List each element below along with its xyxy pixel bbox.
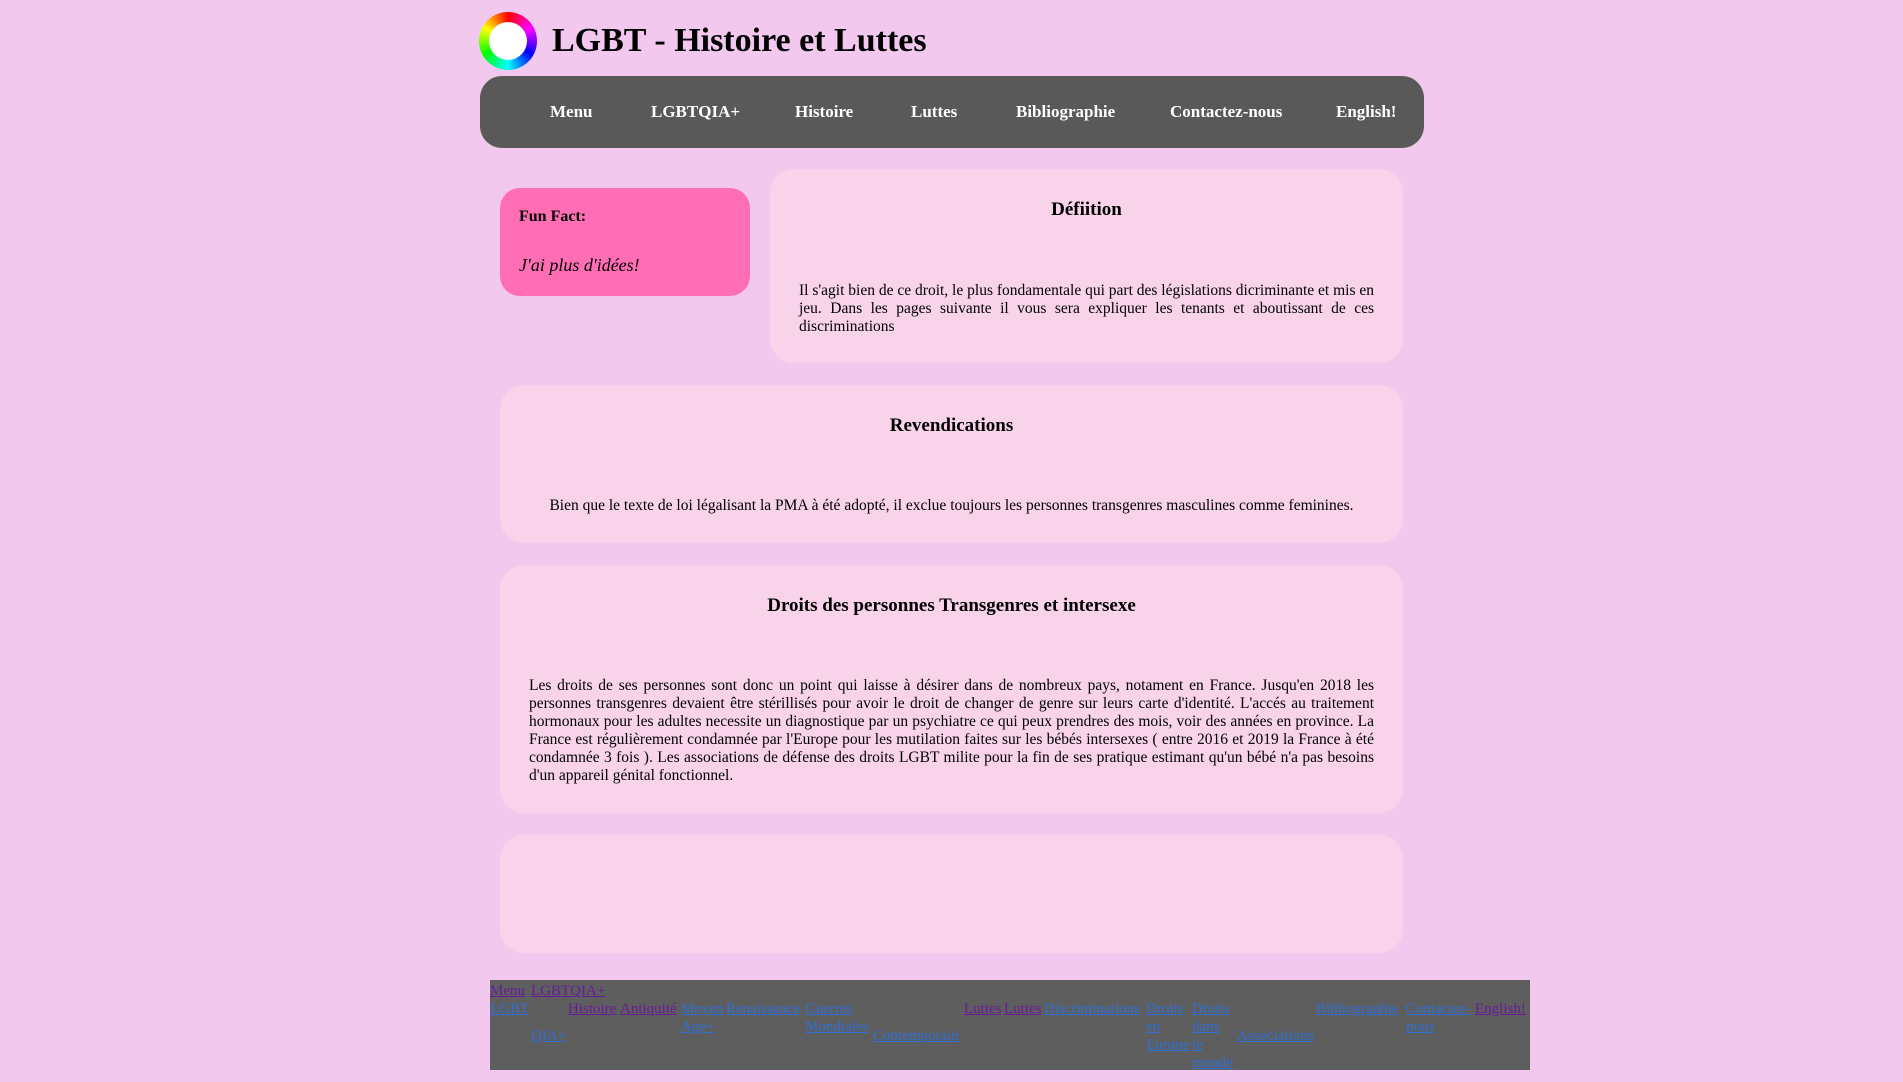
footer-droits-monde-1: Droits <box>1192 1001 1230 1017</box>
footer-droits-eu-2: en <box>1146 1019 1161 1035</box>
footer-link-guerres-mondiales[interactable]: Guerres Mondiales <box>805 1000 868 1036</box>
site-header: LGBT - Histoire et Luttes <box>479 12 927 70</box>
nav-bibliographie[interactable]: Bibliographie <box>1016 102 1115 122</box>
footer-link-renaissance[interactable]: Renaissance <box>726 1000 800 1018</box>
nav-luttes[interactable]: Luttes <box>911 102 957 122</box>
droits-card: Droits des personnes Transgenres et inte… <box>500 565 1403 813</box>
footer-link-contactez-nous[interactable]: Contactez- nous <box>1406 1000 1471 1036</box>
fun-fact-box: Fun Fact: J'ai plus d'idées! <box>500 188 750 296</box>
footer-link-droits-dans-le-monde[interactable]: Droits dans le monde <box>1192 1000 1233 1072</box>
footer-link-bibliographie[interactable]: Bibliographie <box>1316 1000 1399 1018</box>
droits-text: Les droits de ses personnes sont donc un… <box>529 677 1374 784</box>
footer-mondiales: Mondiales <box>805 1019 869 1035</box>
empty-card <box>500 835 1403 953</box>
revendications-text: Bien que le texte de loi légalisant la P… <box>549 497 1354 514</box>
footer-link-lgbtqia[interactable]: LGBTQIA+ <box>531 982 605 1000</box>
nav-lgbtqia[interactable]: LGBTQIA+ <box>651 102 740 122</box>
footer-link-moyen-age[interactable]: Moyen Age+ <box>681 1000 724 1036</box>
fun-fact-text: J'ai plus d'idées! <box>519 255 640 275</box>
footer-link-qia[interactable]: QIA+ <box>531 1027 566 1045</box>
footer-contactez-1: Contactez- <box>1406 1001 1471 1017</box>
nav-contact[interactable]: Contactez-nous <box>1170 102 1282 122</box>
footer-link-contemporain[interactable]: Contemporain <box>873 1027 959 1045</box>
definition-card: Défiition Il s'agit bien de ce droit, le… <box>770 169 1403 363</box>
footer-link-discriminations[interactable]: Discriminations <box>1044 1000 1140 1018</box>
nav-english[interactable]: English! <box>1336 102 1396 122</box>
footer-contactez-2: nous <box>1406 1019 1435 1035</box>
nav-menu[interactable]: Menu <box>550 102 593 122</box>
revendications-title: Revendications <box>889 415 1014 436</box>
site-title: LGBT - Histoire et Luttes <box>552 22 927 59</box>
footer-link-english[interactable]: English! <box>1475 1000 1526 1018</box>
footer-link-histoire[interactable]: Histoire <box>568 1000 616 1018</box>
footer-link-menu[interactable]: Menu <box>490 982 525 1000</box>
footer-droits-eu-3: Europe <box>1146 1037 1190 1053</box>
revendications-card: Revendications Bien que le texte de loi … <box>500 385 1403 543</box>
main-nav: Menu LGBTQIA+ Histoire Luttes Bibliograp… <box>480 76 1424 148</box>
footer-link-lgbt[interactable]: LGBT <box>490 1000 529 1018</box>
footer-droits-monde-2: dans <box>1192 1019 1220 1035</box>
footer-link-associations[interactable]: Associations <box>1237 1027 1314 1045</box>
footer-link-droits-en-europe[interactable]: Droits en Europe <box>1146 1000 1189 1054</box>
definition-title: Défiition <box>1051 199 1122 220</box>
footer-droits-monde-4: monde <box>1192 1055 1233 1071</box>
nav-histoire[interactable]: Histoire <box>795 102 853 122</box>
footer-guerres: Guerres <box>805 1001 853 1017</box>
definition-text: Il s'agit bien de ce droit, le plus fond… <box>799 282 1374 335</box>
footer-link-luttes-2[interactable]: Luttes <box>1004 1000 1042 1018</box>
droits-title: Droits des personnes Transgenres et inte… <box>767 595 1136 616</box>
footer-link-antiquite[interactable]: Antiquité <box>620 1000 677 1018</box>
fun-fact-label: Fun Fact: <box>519 208 587 225</box>
footer-moyen: Moyen <box>681 1001 724 1017</box>
footer-link-luttes-1[interactable]: Luttes <box>964 1000 1002 1018</box>
footer-droits-monde-3: le <box>1192 1037 1203 1053</box>
footer-age: Age+ <box>681 1019 715 1035</box>
footer-droits-eu-1: Droits <box>1146 1001 1184 1017</box>
footer-sitemap: Menu LGBT LGBTQIA+ QIA+ Histoire Antiqui… <box>490 980 1530 1072</box>
rainbow-ring-logo <box>479 12 537 70</box>
